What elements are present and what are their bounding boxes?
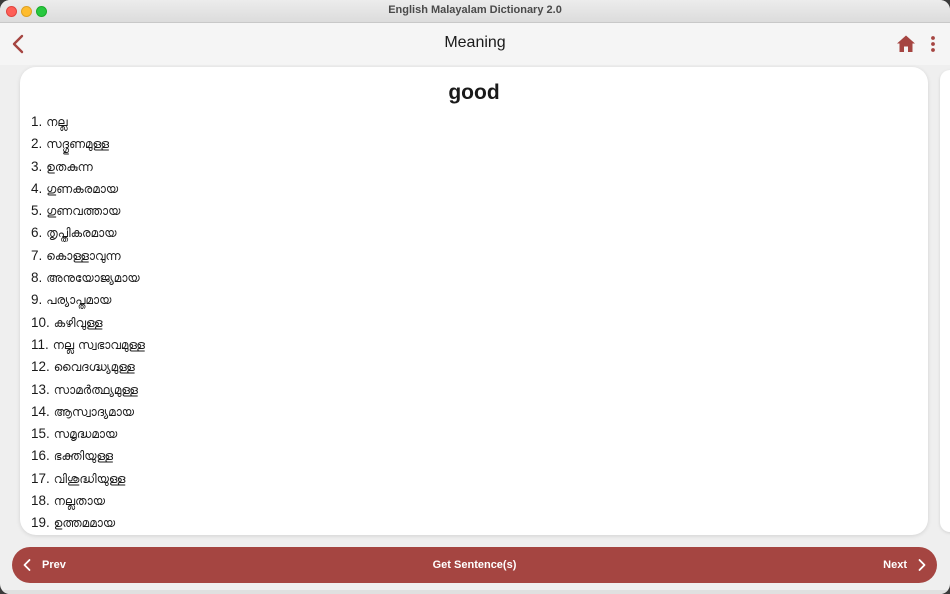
- meaning-text: അനുയോജ്യമായ: [46, 271, 140, 286]
- meaning-item: 10. കഴിവുള്ള: [31, 312, 145, 334]
- more-vertical-icon: [931, 36, 935, 52]
- prev-button[interactable]: Prev: [20, 547, 66, 583]
- meaning-text: കൊള്ളാവുന്ന: [46, 248, 121, 263]
- meaning-number: 8.: [31, 270, 43, 286]
- app-window: English Malayalam Dictionary 2.0 Meaning…: [0, 0, 950, 594]
- meaning-item: 3. ഉതകുന്ന: [31, 156, 145, 178]
- meaning-item: 9. പര്യാപ്തമായ: [31, 289, 145, 311]
- meaning-item: 15. സമൃദ്ധമായ: [31, 423, 145, 445]
- meaning-item: 13. സാമർത്ഥ്യമുള്ള: [31, 379, 145, 401]
- window-title: English Malayalam Dictionary 2.0: [388, 4, 562, 16]
- meaning-number: 11.: [31, 336, 49, 352]
- meaning-item: 11. നല്ല സ്വഭാവമുള്ള: [31, 334, 145, 356]
- meaning-item: 4. ഗുണകരമായ: [31, 178, 145, 200]
- meaning-number: 4.: [31, 180, 43, 196]
- next-label: Next: [883, 559, 907, 571]
- meaning-number: 5.: [31, 203, 43, 219]
- meaning-number: 13.: [31, 381, 50, 397]
- meaning-number: 10.: [31, 314, 50, 330]
- meaning-text: സമൃദ്ധമായ: [53, 427, 118, 442]
- chevron-left-icon: [23, 559, 31, 571]
- meaning-number: 16.: [31, 448, 50, 464]
- page-title: Meaning: [444, 34, 506, 51]
- meaning-number: 15.: [31, 426, 50, 442]
- meaning-item: 16. ഭക്തിയുള്ള: [31, 445, 145, 467]
- meaning-number: 17.: [31, 470, 50, 486]
- meaning-text: സാമർത്ഥ്യമുള്ള: [53, 382, 138, 397]
- meaning-item: 14. ആസ്വാദ്യമായ: [31, 401, 145, 423]
- meaning-number: 19.: [31, 515, 50, 531]
- title-bar: English Malayalam Dictionary 2.0: [0, 0, 950, 23]
- meaning-text: നല്ല: [46, 115, 68, 129]
- chevron-right-icon: [918, 559, 926, 571]
- bottom-action-bar: Get Sentence(s) Prev Next: [12, 547, 937, 583]
- headword: good: [448, 81, 500, 104]
- home-button[interactable]: [895, 33, 917, 55]
- meaning-list: 1. നല്ല 2. സദ്ഗുണമുള്ള 3. ഉതകുന്ന 4. ഗുണകരമാ…: [31, 111, 145, 535]
- meaning-text: ഭക്തിയുള്ള: [53, 449, 114, 464]
- meaning-number: 2.: [31, 136, 43, 152]
- meaning-text: പര്യാപ്തമായ: [46, 293, 112, 308]
- meaning-item: 18. നല്ലതായ: [31, 490, 145, 512]
- meaning-item: 5. ഗുണവത്തായ: [31, 200, 145, 222]
- meaning-item: 1. നല്ല: [31, 111, 145, 133]
- meaning-item: 6. തൃപ്തികരമായ: [31, 222, 145, 244]
- meaning-number: 1.: [31, 114, 43, 129]
- meaning-text: ഗുണകരമായ: [46, 181, 119, 196]
- meaning-text: നല്ല സ്വഭാവമുള്ള: [52, 337, 145, 352]
- meaning-item: 17. വിശുദ്ധിയുള്ള: [31, 468, 145, 490]
- next-button[interactable]: Next: [883, 547, 929, 583]
- meaning-number: 3.: [31, 158, 43, 174]
- next-card-peek[interactable]: [940, 70, 950, 532]
- prev-label: Prev: [42, 559, 66, 571]
- get-sentences-button[interactable]: Get Sentence(s): [433, 559, 517, 571]
- meaning-item: 2. സദ്ഗുണമുള്ള: [31, 133, 145, 155]
- meaning-text: നല്ലതായ: [53, 494, 105, 509]
- meaning-number: 12.: [31, 359, 50, 375]
- meaning-text: ഗുണവത്തായ: [46, 204, 121, 219]
- meaning-text: വൈദഗ്ദ്ധ്യമുള്ള: [53, 360, 135, 375]
- meaning-number: 9.: [31, 292, 43, 308]
- meaning-item: 19. ഉത്തമമായ: [31, 512, 145, 534]
- home-icon: [897, 35, 915, 52]
- meaning-text: ഉത്തമമായ: [53, 516, 116, 531]
- more-options-button[interactable]: [924, 33, 942, 55]
- meaning-text: ആസ്വാദ്യമായ: [53, 404, 135, 419]
- meaning-card: good 1. നല്ല 2. സദ്ഗുണമുള്ള 3. ഉതകുന്ന 4. ഗു…: [20, 67, 928, 535]
- meaning-text: ഉതകുന്ന: [46, 159, 93, 174]
- meaning-text: കഴിവുള്ള: [53, 315, 103, 330]
- meaning-text: തൃപ്തികരമായ: [46, 226, 117, 241]
- meaning-text: സദ്ഗുണമുള്ള: [46, 137, 110, 152]
- get-sentences-button-wrap: Get Sentence(s): [12, 547, 937, 583]
- meaning-number: 14.: [31, 403, 50, 419]
- meaning-number: 7.: [31, 247, 43, 263]
- meaning-item: 8. അനുയോജ്യമായ: [31, 267, 145, 289]
- meaning-number: 18.: [31, 493, 50, 509]
- meaning-number: 6.: [31, 225, 43, 241]
- app-bar: Meaning: [0, 23, 950, 65]
- meaning-text: വിശുദ്ധിയുള്ള: [53, 471, 126, 486]
- meaning-item: 7. കൊള്ളാവുന്ന: [31, 245, 145, 267]
- window-bottom-edge: [0, 590, 950, 594]
- meaning-item: 12. വൈദഗ്ദ്ധ്യമുള്ള: [31, 356, 145, 378]
